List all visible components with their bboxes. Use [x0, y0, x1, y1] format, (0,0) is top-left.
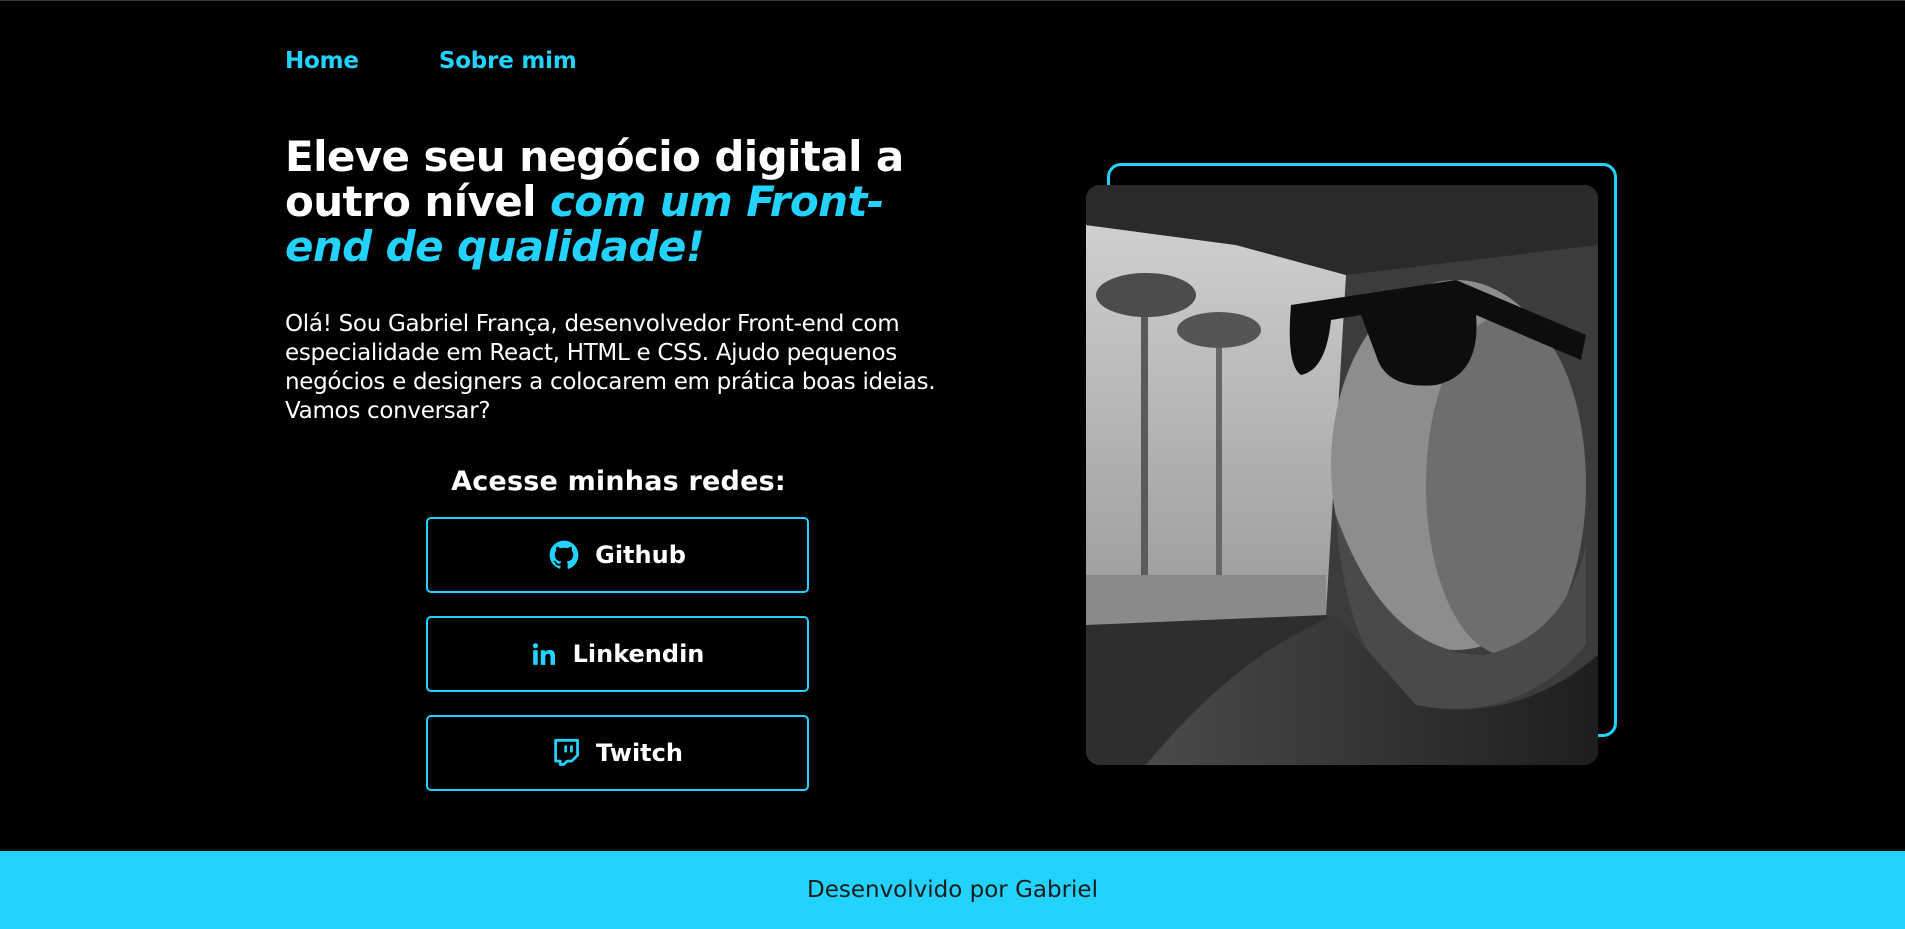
- twitch-button-label: Twitch: [596, 739, 683, 767]
- github-icon: [549, 540, 579, 570]
- profile-photo: [1086, 185, 1598, 765]
- twitch-button[interactable]: Twitch: [426, 715, 809, 791]
- hero-headline: Eleve seu negócio digital a outro nível …: [285, 134, 965, 269]
- nav-link-sobre-mim[interactable]: Sobre mim: [439, 48, 577, 74]
- github-button[interactable]: Github: [426, 517, 809, 593]
- page-footer: Desenvolvido por Gabriel: [0, 851, 1905, 929]
- social-title: Acesse minhas redes:: [451, 466, 786, 497]
- top-border: [0, 0, 1905, 1]
- linkedin-icon: [531, 641, 557, 667]
- main-nav: Home Sobre mim: [285, 48, 577, 74]
- hero-intro: Olá! Sou Gabriel França, desenvolvedor F…: [285, 311, 936, 424]
- nav-link-home[interactable]: Home: [285, 48, 359, 74]
- linkedin-button-label: Linkendin: [572, 640, 705, 668]
- twitch-icon: [552, 738, 580, 768]
- linkedin-button[interactable]: Linkendin: [426, 616, 809, 692]
- github-button-label: Github: [595, 541, 686, 569]
- footer-credit: Desenvolvido por Gabriel: [807, 877, 1098, 903]
